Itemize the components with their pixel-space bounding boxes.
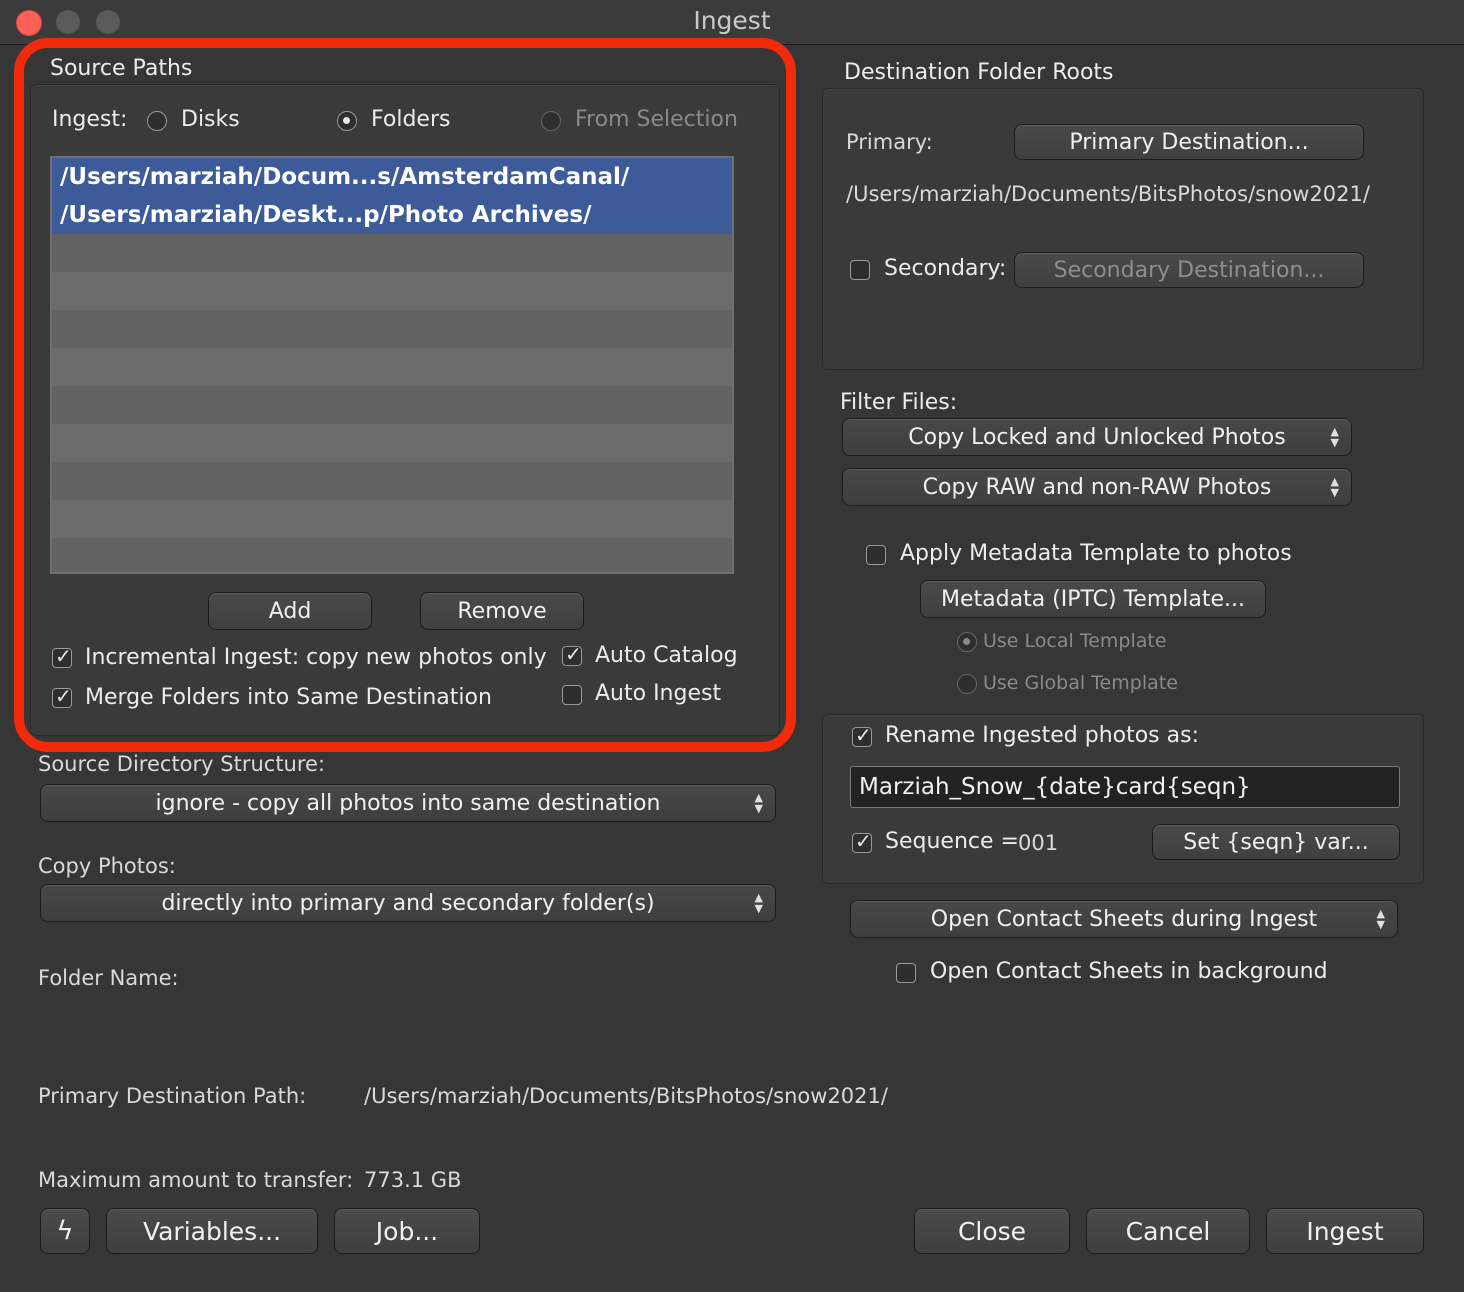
locked-filter-popup[interactable]: Copy Locked and Unlocked Photos ▲ ▼ xyxy=(842,418,1352,456)
sequence-checkbox[interactable] xyxy=(852,829,872,853)
rename-checkbox[interactable] xyxy=(852,723,872,747)
popup-arrows-icon: ▲ ▼ xyxy=(1376,907,1385,931)
raw-filter-value: Copy RAW and non-RAW Photos xyxy=(922,474,1272,500)
apply-metadata-label: Apply Metadata Template to photos xyxy=(900,541,1292,566)
primary-path-text: /Users/marziah/Documents/BitsPhotos/snow… xyxy=(846,182,1370,206)
secondary-label: Secondary: xyxy=(884,256,1007,281)
ingest-window: Ingest Source Paths Ingest: Disks Folder… xyxy=(0,0,1464,1292)
use-local-template-label: Use Local Template xyxy=(983,630,1167,652)
secondary-destination-button[interactable]: Secondary Destination... xyxy=(1014,252,1364,288)
raw-filter-popup[interactable]: Copy RAW and non-RAW Photos ▲ ▼ xyxy=(842,468,1352,506)
source-paths-highlight xyxy=(14,38,796,752)
copy-photos-popup[interactable]: directly into primary and secondary fold… xyxy=(40,884,776,922)
source-structure-label: Source Directory Structure: xyxy=(38,752,326,776)
close-button[interactable]: Close xyxy=(914,1208,1070,1254)
max-transfer-label: Maximum amount to transfer: xyxy=(38,1168,354,1192)
popup-arrows-icon: ▲ ▼ xyxy=(1330,425,1339,449)
popup-arrows-icon: ▲ ▼ xyxy=(1330,475,1339,499)
destination-roots-title: Destination Folder Roots xyxy=(844,60,1114,85)
sequence-label: Sequence = xyxy=(885,829,1019,854)
contact-sheets-value: Open Contact Sheets during Ingest xyxy=(930,906,1318,932)
rename-label: Rename Ingested photos as: xyxy=(885,723,1199,748)
copy-photos-label: Copy Photos: xyxy=(38,854,176,878)
contact-background-label: Open Contact Sheets in background xyxy=(930,959,1328,984)
locked-filter-value: Copy Locked and Unlocked Photos xyxy=(908,424,1286,450)
lightning-icon: ϟ xyxy=(56,1216,74,1246)
filter-files-label: Filter Files: xyxy=(840,390,958,415)
primary-dest-path-label: Primary Destination Path: xyxy=(38,1084,307,1108)
variables-button[interactable]: Variables... xyxy=(106,1208,318,1254)
set-seqn-button[interactable]: Set {seqn} var... xyxy=(1152,824,1400,860)
popup-arrows-icon: ▲ ▼ xyxy=(754,791,763,815)
secondary-checkbox[interactable] xyxy=(850,260,870,280)
folder-name-label: Folder Name: xyxy=(38,966,179,990)
job-button[interactable]: Job... xyxy=(334,1208,480,1254)
max-transfer-value: 773.1 GB xyxy=(364,1168,462,1192)
apply-metadata-checkbox[interactable] xyxy=(866,545,886,565)
metadata-template-button[interactable]: Metadata (IPTC) Template... xyxy=(920,580,1266,618)
primary-dest-path-value: /Users/marziah/Documents/BitsPhotos/snow… xyxy=(364,1084,888,1108)
use-local-template-radio[interactable] xyxy=(957,632,977,652)
rename-pattern-input[interactable]: Marziah_Snow_{date}card{seqn} xyxy=(850,766,1400,808)
ingest-button[interactable]: Ingest xyxy=(1266,1208,1424,1254)
contact-sheets-popup[interactable]: Open Contact Sheets during Ingest ▲ ▼ xyxy=(850,900,1398,938)
source-structure-value: ignore - copy all photos into same desti… xyxy=(155,790,661,816)
primary-label: Primary: xyxy=(846,130,933,154)
use-global-template-radio[interactable] xyxy=(957,674,977,694)
use-global-template-label: Use Global Template xyxy=(983,672,1178,694)
primary-destination-button[interactable]: Primary Destination... xyxy=(1014,124,1364,160)
sequence-value: 001 xyxy=(1018,831,1059,855)
lightning-button[interactable]: ϟ xyxy=(40,1208,90,1254)
source-structure-popup[interactable]: ignore - copy all photos into same desti… xyxy=(40,784,776,822)
contact-background-checkbox[interactable] xyxy=(896,963,916,983)
copy-photos-value: directly into primary and secondary fold… xyxy=(161,890,655,916)
window-title: Ingest xyxy=(693,6,771,35)
popup-arrows-icon: ▲ ▼ xyxy=(754,891,763,915)
cancel-button[interactable]: Cancel xyxy=(1086,1208,1250,1254)
